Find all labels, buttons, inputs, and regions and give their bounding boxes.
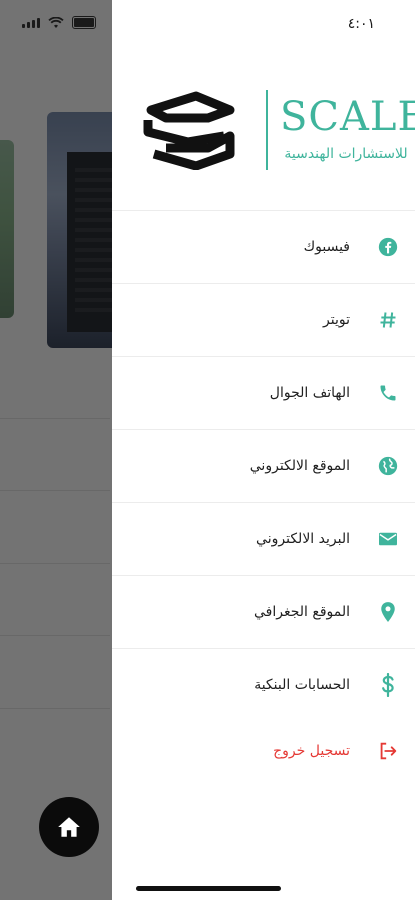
menu-item-label: الموقع الجغرافي <box>254 604 350 620</box>
signal-icon <box>22 17 40 28</box>
hashtag-icon <box>376 308 400 332</box>
mail-icon <box>376 527 400 551</box>
menu-item-label: تويتر <box>323 312 350 328</box>
phone-icon <box>376 381 400 405</box>
location-pin-icon <box>376 600 400 624</box>
brand-name: SCALE <box>280 94 415 140</box>
menu-item-label: البريد الالكتروني <box>256 531 350 547</box>
menu-item-label: فيسبوك <box>303 239 350 255</box>
home-button[interactable] <box>39 797 99 857</box>
menu-item-location[interactable]: الموقع الجغرافي <box>112 575 415 648</box>
drawer-menu: فيسبوك تويتر الهاتف الجوال الموقع الالكت… <box>112 210 415 781</box>
status-time: ٤:٠١ <box>347 16 375 32</box>
menu-item-label: الموقع الالكتروني <box>249 458 350 474</box>
menu-item-bank-accounts[interactable]: الحسابات البنكية <box>112 648 415 721</box>
menu-item-phone[interactable]: الهاتف الجوال <box>112 356 415 429</box>
menu-item-label: الهاتف الجوال <box>269 385 350 401</box>
logout-icon <box>376 739 400 763</box>
status-icons <box>22 16 96 29</box>
home-indicator <box>136 886 281 891</box>
logout-button[interactable]: تسجيل خروج <box>112 721 415 781</box>
brand-logo: SCALE للاستشارات الهندسية <box>136 90 415 170</box>
side-drawer: ٤:٠١ SCALE للاستشارات الهندسية فيسبوك تو… <box>112 0 415 900</box>
globe-icon <box>376 454 400 478</box>
menu-item-email[interactable]: البريد الالكتروني <box>112 502 415 575</box>
facebook-icon <box>376 235 400 259</box>
logout-label: تسجيل خروج <box>273 743 350 759</box>
battery-icon <box>72 16 96 29</box>
scale-logo-icon <box>143 91 235 170</box>
menu-item-website[interactable]: الموقع الالكتروني <box>112 429 415 502</box>
wifi-icon <box>48 16 64 28</box>
menu-item-facebook[interactable]: فيسبوك <box>112 210 415 283</box>
dollar-icon <box>376 673 400 697</box>
menu-item-label: الحسابات البنكية <box>254 677 350 693</box>
logo-divider <box>266 90 268 170</box>
home-icon <box>58 817 80 837</box>
menu-item-twitter[interactable]: تويتر <box>112 283 415 356</box>
brand-subtitle: للاستشارات الهندسية <box>284 146 408 162</box>
